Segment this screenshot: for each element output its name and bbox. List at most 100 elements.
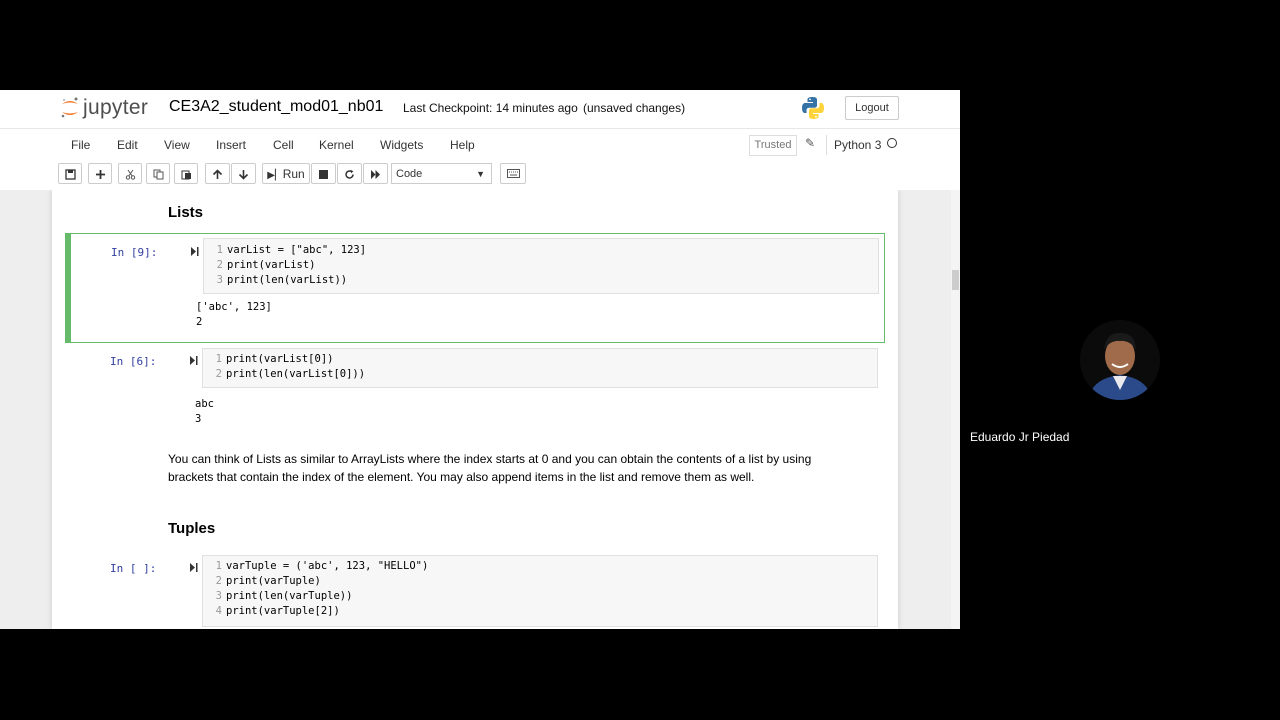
keyboard-icon: [506, 169, 520, 178]
menubar: File Edit View Insert Cell Kernel Widget…: [0, 128, 960, 161]
line-number: 1: [215, 353, 222, 365]
menu-insert[interactable]: Insert: [216, 138, 246, 152]
code-text: print(len(varList[0])): [226, 368, 366, 380]
kernel-divider: [826, 135, 827, 155]
line-number: 2: [215, 575, 222, 587]
run-cell-icon[interactable]: [189, 355, 198, 366]
run-label: Run: [282, 167, 305, 181]
menu-kernel[interactable]: Kernel: [319, 138, 354, 152]
jupyter-logo-text: jupyter: [83, 96, 149, 119]
paragraph-line: You can think of Lists as similar to Arr…: [168, 452, 812, 466]
chevron-down-icon: ▼: [476, 169, 485, 179]
cell-type-value: Code: [396, 168, 423, 180]
code-text: varList = ["abc", 123]: [227, 244, 367, 256]
trusted-indicator[interactable]: Trusted: [749, 135, 797, 156]
toolbar: ▶▏Run Code ▼: [0, 160, 960, 190]
logout-button[interactable]: Logout: [845, 96, 899, 120]
code-editor[interactable]: 1 varTuple = ('abc', 123, "HELLO") 2 print…: [202, 555, 878, 627]
line-number: 3: [216, 274, 223, 286]
paste-button[interactable]: [174, 163, 198, 184]
plus-icon: [95, 170, 105, 179]
menu-edit[interactable]: Edit: [117, 138, 138, 152]
line-number: 1: [216, 244, 223, 256]
participant-video-tile: Eduardo Jr Piedad: [960, 270, 1280, 450]
move-up-button[interactable]: [205, 163, 230, 184]
cell-prompt: In [6]:: [110, 355, 157, 368]
code-text: print(varTuple[2]): [226, 605, 340, 617]
pencil-icon[interactable]: ✎: [805, 136, 815, 150]
move-down-button[interactable]: [231, 163, 256, 184]
menu-file[interactable]: File: [71, 138, 90, 152]
heading-lists: Lists: [168, 204, 204, 221]
save-button[interactable]: [58, 163, 82, 184]
notebook-header: jupyter CE3A2_student_mod01_nb01 Last Ch…: [0, 90, 960, 128]
code-cell[interactable]: In [ ]: 1 varTuple = ('abc', 123, "HELLO"…: [65, 552, 883, 629]
line-number: 4: [215, 605, 222, 617]
restart-icon: [345, 169, 354, 179]
copy-icon: [153, 169, 163, 180]
code-text: print(varTuple): [226, 575, 321, 587]
copy-button[interactable]: [146, 163, 170, 184]
run-cell-icon[interactable]: [189, 562, 198, 573]
restart-run-all-button[interactable]: [363, 163, 388, 184]
notebook-scrollbar[interactable]: [951, 190, 960, 629]
code-text: print(varList[0]): [226, 353, 334, 365]
cell-output: ['abc', 123] 2: [196, 300, 272, 330]
jupyter-logo[interactable]: jupyter: [60, 96, 148, 120]
output-line: 3: [195, 413, 202, 425]
code-editor[interactable]: 1 print(varList[0]) 2 print(len(varList[0]…: [202, 348, 878, 388]
insert-cell-button[interactable]: [88, 163, 112, 184]
line-number: 3: [215, 590, 222, 602]
notebook-container: Lists In [9]: 1 varList = ["abc", 123] 2p…: [52, 190, 898, 629]
jupyter-notebook-window: jupyter CE3A2_student_mod01_nb01 Last Ch…: [0, 90, 960, 629]
kernel-idle-icon: [887, 138, 897, 148]
menu-view[interactable]: View: [164, 138, 190, 152]
stop-icon: [319, 170, 328, 179]
line-number: 1: [215, 560, 222, 572]
person-icon: [1080, 320, 1160, 400]
command-palette-button[interactable]: [500, 163, 526, 184]
output-line: 2: [196, 316, 203, 328]
notebook-area: Lists In [9]: 1 varList = ["abc", 123] 2p…: [0, 190, 960, 629]
menu-cell[interactable]: Cell: [273, 138, 294, 152]
jupyter-logo-icon: [61, 97, 78, 118]
unsaved-status: (unsaved changes): [583, 101, 686, 115]
paste-icon: [181, 170, 191, 180]
heading-tuples: Tuples: [168, 520, 216, 537]
save-icon: [64, 169, 76, 180]
scrollbar-thumb[interactable]: [952, 270, 959, 290]
interrupt-button[interactable]: [311, 163, 336, 184]
code-cell[interactable]: In [6]: 1 print(varList[0]) 2 print(len(va…: [65, 345, 883, 425]
menu-widgets[interactable]: Widgets: [380, 138, 423, 152]
cell-prompt: In [ ]:: [110, 562, 157, 575]
arrow-down-icon: [238, 170, 249, 180]
menu-help[interactable]: Help: [450, 138, 475, 152]
code-text: print(len(varList)): [227, 274, 348, 286]
output-line: ['abc', 123]: [196, 301, 272, 313]
run-cell-icon[interactable]: [190, 246, 199, 257]
run-icon: ▶▏: [267, 170, 283, 181]
kernel-name[interactable]: Python 3: [834, 138, 881, 152]
restart-button[interactable]: [337, 163, 362, 184]
paragraph-line: brackets that contain the index of the e…: [168, 470, 755, 484]
participant-avatar: [1080, 320, 1160, 400]
fast-forward-icon: [371, 170, 380, 179]
cell-prompt: In [9]:: [111, 246, 158, 259]
code-text: print(varList): [227, 259, 316, 271]
cut-icon: [125, 169, 135, 180]
cut-button[interactable]: [118, 163, 142, 184]
participant-name: Eduardo Jr Piedad: [970, 430, 1070, 444]
code-text: print(len(varTuple)): [226, 590, 353, 602]
line-number: 2: [216, 259, 223, 271]
line-number: 2: [215, 368, 222, 380]
cell-type-select[interactable]: Code ▼: [391, 163, 492, 184]
python-logo-icon: [802, 97, 824, 119]
code-cell-selected[interactable]: In [9]: 1 varList = ["abc", 123] 2 print(v…: [65, 233, 885, 343]
cell-output: abc 3: [195, 397, 214, 427]
markdown-paragraph: You can think of Lists as similar to Arr…: [168, 450, 868, 486]
arrow-up-icon: [212, 169, 223, 179]
run-button[interactable]: ▶▏Run: [262, 163, 310, 184]
code-text: varTuple = ('abc', 123, "HELLO"): [226, 560, 429, 572]
notebook-title[interactable]: CE3A2_student_mod01_nb01: [169, 98, 383, 116]
code-editor[interactable]: 1 varList = ["abc", 123] 2 print(varList) …: [203, 238, 879, 294]
